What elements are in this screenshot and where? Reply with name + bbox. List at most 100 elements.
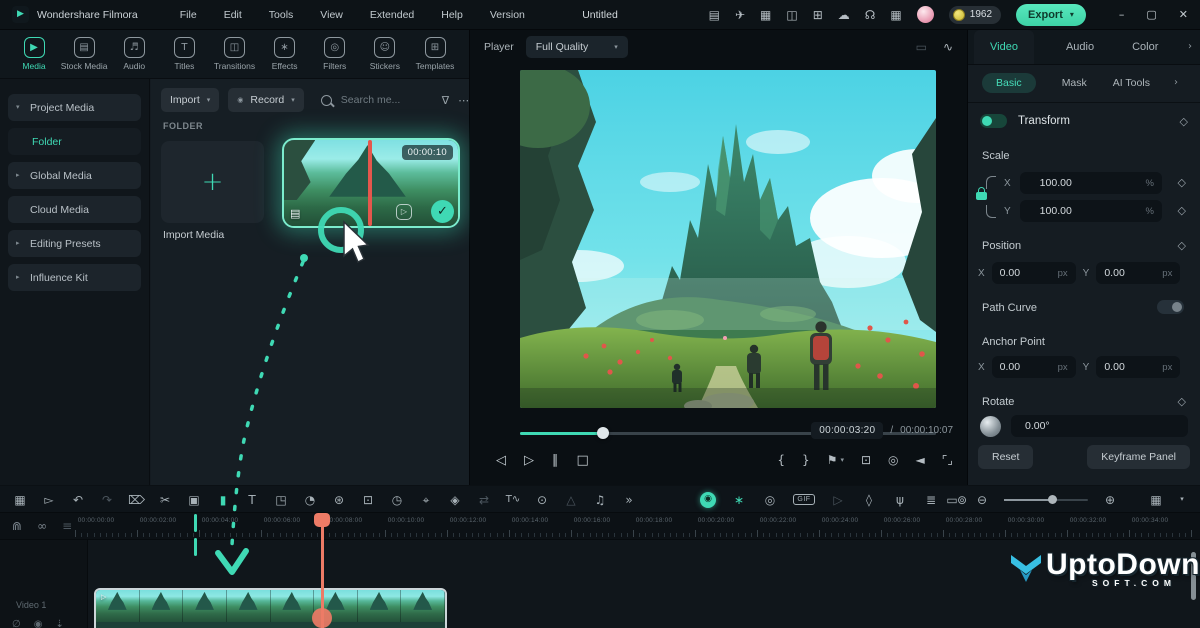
timeline-clip[interactable]: ▷ (94, 588, 447, 628)
subtabs-overflow-icon[interactable]: › (1174, 78, 1178, 88)
avatar[interactable] (917, 6, 934, 23)
timeline-marker[interactable] (194, 538, 197, 556)
sidebar-item-global-media[interactable]: ▸ Global Media (8, 162, 141, 189)
pip-icon[interactable]: ◳ (273, 494, 289, 506)
tab-color[interactable]: Color (1128, 41, 1162, 53)
export-button[interactable]: Export▾ (1016, 4, 1086, 26)
ai-camera-icon[interactable]: ◎ (762, 494, 778, 506)
scopes-icon[interactable]: ∿ (943, 41, 953, 53)
edit-properties-icon[interactable]: ⊡ (360, 494, 376, 506)
gif-export-icon[interactable]: GIF (793, 494, 815, 505)
tab-stock-media[interactable]: ▤ Stock Media (60, 37, 108, 71)
redo-icon[interactable]: ↷ (99, 494, 115, 506)
tab-effects[interactable]: ∗ Effects (261, 37, 309, 71)
tab-titles[interactable]: T Titles (160, 37, 208, 71)
previous-frame-button[interactable]: ◁ (496, 454, 506, 467)
sidebar-item-cloud-media[interactable]: Cloud Media (8, 196, 141, 223)
share-icon[interactable]: ✈ (735, 9, 745, 21)
voiceover-mic-icon[interactable]: ψ (892, 494, 908, 506)
zoom-slider-handle[interactable] (1048, 495, 1057, 504)
copyright-shield-icon[interactable]: ◊ (861, 494, 877, 506)
auto-play-icon[interactable]: ▷ (830, 494, 846, 506)
sidebar-item-influence-kit[interactable]: ▸ Influence Kit (8, 264, 141, 291)
scale-x-keyframe-icon[interactable]: ◇ (1178, 177, 1186, 188)
import-dropdown[interactable]: Import▾ (161, 88, 219, 112)
import-media-tile[interactable]: + (161, 141, 264, 223)
position-keyframe-icon[interactable]: ◇ (1178, 240, 1186, 251)
fullscreen-button[interactable]: ⌜⌟ (942, 454, 953, 466)
playback-handle[interactable] (597, 427, 609, 439)
tab-audio-props[interactable]: Audio (1062, 41, 1098, 53)
speed-icon[interactable]: ◔ (302, 494, 318, 506)
sidebar-item-folder[interactable]: Folder (8, 128, 141, 155)
split-icon[interactable]: ▮ (215, 494, 231, 506)
position-x-input[interactable]: 0.00px (992, 262, 1076, 284)
crop-icon[interactable]: ▣ (186, 494, 202, 506)
tab-media[interactable]: ▶ Media (10, 37, 58, 71)
path-curve-toggle[interactable] (1157, 300, 1184, 314)
display-mode-button[interactable]: ⊡ (861, 454, 871, 466)
aspect-ratio-icon[interactable]: ▭ (916, 41, 927, 53)
tabs-overflow-icon[interactable]: › (1188, 42, 1192, 52)
track-manager-icon[interactable]: ▦ (1148, 494, 1164, 506)
tab-video[interactable]: Video (974, 30, 1034, 64)
quality-dropdown[interactable]: Full Quality▾ (526, 36, 628, 58)
motion-track-icon[interactable]: ⌖ (418, 494, 434, 506)
snapshot-button[interactable]: ◎ (888, 454, 898, 466)
stop-button[interactable]: □ (577, 454, 589, 467)
track-mute-icon[interactable]: ⇣ (55, 620, 63, 628)
play-button[interactable]: ▷ (524, 454, 534, 467)
tab-transitions[interactable]: ◫ Transitions (211, 37, 259, 71)
mark-out-button[interactable]: } (802, 454, 810, 466)
volume-button[interactable]: ◄ (916, 454, 925, 466)
position-y-input[interactable]: 0.00px (1096, 262, 1180, 284)
lock-icon[interactable] (976, 192, 987, 200)
menu-file[interactable]: File (180, 9, 197, 21)
menu-tools[interactable]: Tools (269, 9, 294, 21)
timeline-marker[interactable] (194, 514, 197, 532)
transform-keyframe-icon[interactable]: ◇ (1180, 116, 1188, 127)
rotate-keyframe-icon[interactable]: ◇ (1178, 396, 1186, 407)
pause-button[interactable]: ∥ (552, 454, 559, 467)
filter-icon[interactable]: ∇ (442, 95, 449, 106)
playhead-grip[interactable] (312, 608, 332, 628)
more-options-icon[interactable]: ⋯ (458, 95, 469, 106)
ai-copilot-icon[interactable]: ◉ (700, 492, 716, 508)
planner-icon[interactable]: ▦ (760, 9, 771, 21)
delete-icon[interactable]: ⌦ (128, 494, 144, 506)
caret-down-icon[interactable]: ▾ (1178, 496, 1186, 503)
undo-icon[interactable]: ↶ (70, 494, 86, 506)
search-input[interactable] (339, 93, 433, 107)
track-visibility-icon[interactable]: ◉ (34, 620, 43, 628)
duration-icon[interactable]: ◷ (389, 494, 405, 506)
fit-timeline-icon[interactable]: ▭ (944, 494, 960, 506)
timeline-zoom-slider[interactable] (1004, 499, 1088, 501)
scale-y-input[interactable]: 100.00% (1020, 200, 1162, 222)
scale-x-input[interactable]: 100.00% (1020, 172, 1162, 194)
timeline-ruler[interactable]: ⋒ ∞ ≡ 00:00:00:0000:00:02:0000:00:04:000… (0, 513, 1200, 540)
video-viewport[interactable] (520, 70, 936, 408)
menu-help[interactable]: Help (441, 9, 463, 21)
menu-version[interactable]: Version (490, 9, 525, 21)
tab-audio[interactable]: ♬ Audio (110, 37, 158, 71)
crossfade-icon[interactable]: ⇄ (476, 494, 492, 506)
support-icon[interactable]: ☊ (865, 9, 876, 21)
reset-button[interactable]: Reset (978, 445, 1033, 469)
tab-filters[interactable]: ◎ Filters (311, 37, 359, 71)
device-icon[interactable]: ▤ (709, 9, 720, 21)
subtab-mask[interactable]: Mask (1062, 77, 1087, 89)
sidebar-item-editing-presets[interactable]: ▸ Editing Presets (8, 230, 141, 257)
zoom-out-icon[interactable]: ⊖ (974, 494, 990, 506)
save-icon[interactable]: ⊞ (813, 9, 823, 21)
menu-extended[interactable]: Extended (370, 9, 414, 21)
media-view-icon[interactable]: ▦ (12, 494, 28, 506)
coin-balance[interactable]: 1962 (949, 6, 1001, 24)
rotate-dial[interactable] (980, 416, 1001, 437)
cut-icon[interactable]: ✂ (157, 494, 173, 506)
layout-icon[interactable]: ◫ (786, 9, 797, 21)
anchor-y-input[interactable]: 0.00px (1096, 356, 1180, 378)
menu-edit[interactable]: Edit (224, 9, 242, 21)
marker-dropdown[interactable]: ⚑▾ (827, 454, 844, 466)
playhead-handle[interactable] (314, 513, 330, 527)
keyframe-panel-button[interactable]: Keyframe Panel (1087, 445, 1190, 469)
